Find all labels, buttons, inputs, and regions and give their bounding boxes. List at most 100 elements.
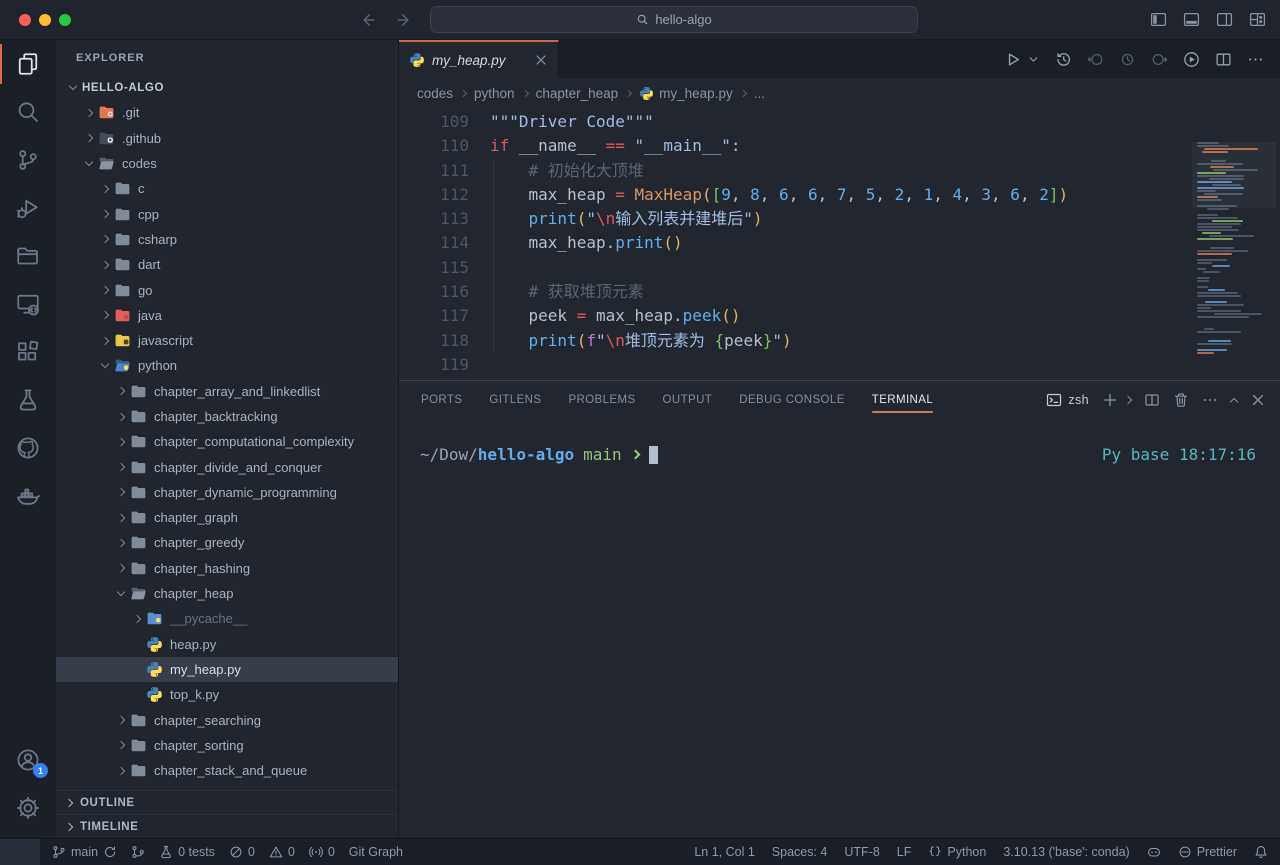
status-cursor-position[interactable]: Ln 1, Col 1 xyxy=(694,845,754,859)
code-editor[interactable]: 109110111112113114115116117118119 """Dri… xyxy=(399,108,1280,380)
activity-settings-icon[interactable] xyxy=(0,784,56,832)
split-terminal-icon[interactable] xyxy=(1144,392,1160,408)
close-window-button[interactable] xyxy=(19,14,31,26)
status-test-count[interactable]: 0 tests xyxy=(159,845,215,859)
close-tab-icon[interactable] xyxy=(534,53,548,67)
panel-tab-debug-console[interactable]: DEBUG CONSOLE xyxy=(739,381,845,419)
run-below-icon[interactable] xyxy=(1151,51,1168,68)
tab-my-heap[interactable]: my_heap.py xyxy=(399,40,559,78)
zoom-window-button[interactable] xyxy=(59,14,71,26)
panel-tab-gitlens[interactable]: GITLENS xyxy=(489,381,541,419)
activity-explorer-icon[interactable] xyxy=(0,40,56,88)
terminal-dropdown-icon[interactable] xyxy=(1124,396,1132,404)
activity-search-icon[interactable] xyxy=(0,88,56,136)
tree-item-c[interactable]: c xyxy=(56,176,398,201)
tree-item-chapter_divide_and_conquer[interactable]: chapter_divide_and_conquer xyxy=(56,454,398,479)
new-terminal-icon[interactable] xyxy=(1102,392,1118,408)
tree-item-chapter_computational_complexity[interactable]: chapter_computational_complexity xyxy=(56,429,398,454)
toggle-sidebar-icon[interactable] xyxy=(1150,11,1167,28)
tree-item-my_heap.py[interactable]: my_heap.py xyxy=(56,657,398,682)
activity-testing-icon[interactable] xyxy=(0,376,56,424)
tree-item-chapter_searching[interactable]: chapter_searching xyxy=(56,707,398,732)
run-pending-icon[interactable] xyxy=(1119,51,1136,68)
activity-accounts-icon[interactable]: 1 xyxy=(0,736,56,784)
tree-item-chapter_greedy[interactable]: chapter_greedy xyxy=(56,530,398,555)
sidebar-section-outline[interactable]: OUTLINE xyxy=(56,790,398,814)
status-git-branch[interactable]: main xyxy=(52,845,117,859)
tree-item-chapter_sorting[interactable]: chapter_sorting xyxy=(56,733,398,758)
kill-terminal-icon[interactable] xyxy=(1173,392,1189,408)
customize-layout-icon[interactable] xyxy=(1249,11,1266,28)
tree-item-chapter_dynamic_programming[interactable]: chapter_dynamic_programming xyxy=(56,480,398,505)
tree-item-chapter_heap[interactable]: chapter_heap xyxy=(56,581,398,606)
breadcrumb-item[interactable]: my_heap.py xyxy=(639,86,733,101)
panel-tab-ports[interactable]: PORTS xyxy=(421,381,462,419)
panel-tab-problems[interactable]: PROBLEMS xyxy=(568,381,635,419)
close-panel-icon[interactable] xyxy=(1250,392,1266,408)
tree-item-__pycache__[interactable]: __pycache__ xyxy=(56,606,398,631)
remote-indicator[interactable] xyxy=(0,839,40,865)
minimap[interactable] xyxy=(1196,142,1262,364)
navigate-back-icon[interactable] xyxy=(358,11,376,29)
minimap-slider[interactable] xyxy=(1192,142,1276,208)
activity-file-explorer-extra-icon[interactable] xyxy=(0,232,56,280)
status-python-interpreter[interactable]: 3.10.13 ('base': conda) xyxy=(1003,845,1129,859)
tree-item-heap.py[interactable]: heap.py xyxy=(56,632,398,657)
status-error-count[interactable]: 0 xyxy=(229,845,255,859)
timeline-history-icon[interactable] xyxy=(1055,51,1072,68)
more-actions-icon[interactable] xyxy=(1247,51,1264,68)
tree-item-chapter_hashing[interactable]: chapter_hashing xyxy=(56,556,398,581)
activity-docker-icon[interactable] xyxy=(0,472,56,520)
breadcrumb-item[interactable]: codes xyxy=(417,86,453,101)
breadcrumb-item[interactable]: python xyxy=(474,86,515,101)
tree-item-chapter_array_and_linkedlist[interactable]: chapter_array_and_linkedlist xyxy=(56,379,398,404)
minimize-window-button[interactable] xyxy=(39,14,51,26)
tree-item-.github[interactable]: .github xyxy=(56,126,398,151)
status-git-graph-icon[interactable] xyxy=(131,845,145,859)
activity-run-and-debug-icon[interactable] xyxy=(0,184,56,232)
navigate-forward-icon[interactable] xyxy=(396,11,414,29)
breadcrumb-item[interactable]: ... xyxy=(754,86,765,101)
tree-item-chapter_graph[interactable]: chapter_graph xyxy=(56,505,398,530)
activity-remote-explorer-icon[interactable] xyxy=(0,280,56,328)
tree-item-chapter_stack_and_queue[interactable]: chapter_stack_and_queue xyxy=(56,758,398,783)
status-ports-count[interactable]: 0 xyxy=(309,845,335,859)
activity-extensions-icon[interactable] xyxy=(0,328,56,376)
tree-item-cpp[interactable]: cpp xyxy=(56,201,398,226)
status-eol[interactable]: LF xyxy=(897,845,912,859)
split-editor-icon[interactable] xyxy=(1215,51,1232,68)
status-git-graph-label[interactable]: Git Graph xyxy=(349,845,403,859)
command-center-search[interactable]: hello-algo xyxy=(430,6,918,33)
activity-github-icon[interactable] xyxy=(0,424,56,472)
status-prettier[interactable]: Prettier xyxy=(1178,845,1237,859)
tree-item-javascript[interactable]: javascript xyxy=(56,328,398,353)
maximize-panel-icon[interactable] xyxy=(1230,397,1238,405)
tree-item-python[interactable]: python xyxy=(56,353,398,378)
tree-item-.git[interactable]: .git xyxy=(56,100,398,125)
terminal-more-icon[interactable] xyxy=(1202,392,1218,408)
panel-tab-terminal[interactable]: TERMINAL xyxy=(872,381,933,419)
status-encoding[interactable]: UTF-8 xyxy=(844,845,879,859)
tree-item-csharp[interactable]: csharp xyxy=(56,227,398,252)
toggle-panel-icon[interactable] xyxy=(1183,11,1200,28)
run-above-icon[interactable] xyxy=(1087,51,1104,68)
status-notifications[interactable] xyxy=(1254,845,1268,859)
tree-item-java[interactable]: java xyxy=(56,303,398,328)
breadcrumb-item[interactable]: chapter_heap xyxy=(536,86,619,101)
run-python-file-icon[interactable] xyxy=(1004,51,1021,68)
tree-item-go[interactable]: go xyxy=(56,277,398,302)
shell-selector[interactable]: zsh xyxy=(1046,392,1089,408)
tree-item-codes[interactable]: codes xyxy=(56,151,398,176)
activity-source-control-icon[interactable] xyxy=(0,136,56,184)
terminal-view[interactable]: ~/Dow/hello-algo main Py base 18:17:16 xyxy=(399,419,1280,838)
sidebar-section-timeline[interactable]: TIMELINE xyxy=(56,814,398,838)
status-indentation[interactable]: Spaces: 4 xyxy=(772,845,828,859)
status-copilot[interactable] xyxy=(1147,845,1161,859)
status-warning-count[interactable]: 0 xyxy=(269,845,295,859)
tree-item-dart[interactable]: dart xyxy=(56,252,398,277)
toggle-secondary-sidebar-icon[interactable] xyxy=(1216,11,1233,28)
run-dropdown-icon[interactable] xyxy=(1027,51,1040,68)
tree-item-hello-algo[interactable]: HELLO-ALGO xyxy=(56,75,398,100)
tree-item-top_k.py[interactable]: top_k.py xyxy=(56,682,398,707)
panel-tab-output[interactable]: OUTPUT xyxy=(663,381,713,419)
